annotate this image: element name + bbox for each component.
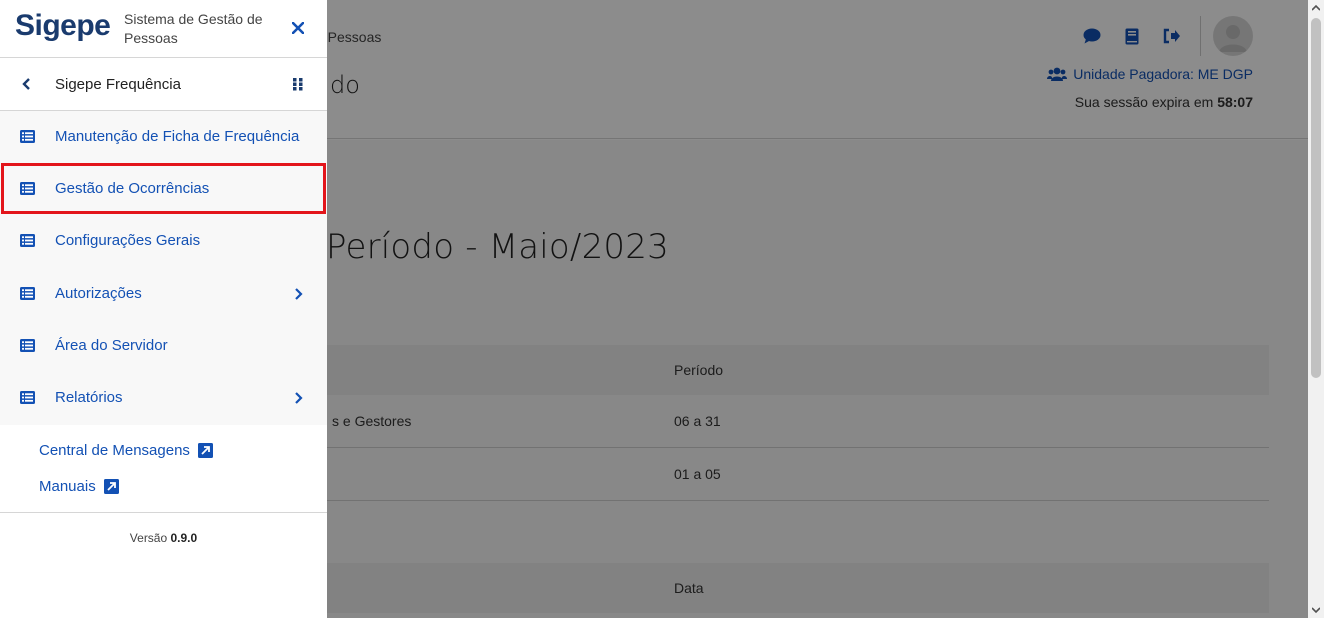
- link-label: Manuais: [39, 478, 96, 495]
- scroll-up-icon[interactable]: [1312, 4, 1320, 12]
- version-prefix: Versão: [129, 531, 168, 545]
- chevron-left-icon[interactable]: [20, 77, 34, 91]
- list-icon: [20, 234, 35, 247]
- menu-item-area-servidor[interactable]: Área do Servidor: [0, 320, 327, 372]
- sidebar-menu-list: Manutenção de Ficha de Frequência Gestão…: [0, 111, 327, 425]
- version-info: Versão 0.9.0: [0, 531, 327, 545]
- external-link-icon: [103, 479, 119, 494]
- chevron-right-icon[interactable]: [293, 288, 303, 300]
- close-icon[interactable]: [289, 19, 307, 37]
- system-label: Sigepe Frequência: [55, 76, 181, 93]
- list-icon: [20, 130, 35, 143]
- manuais-link[interactable]: Manuais: [39, 478, 119, 495]
- scroll-down-icon[interactable]: [1312, 606, 1320, 614]
- system-selector[interactable]: Sigepe Frequência: [0, 58, 327, 111]
- link-label: Central de Mensagens: [39, 442, 190, 459]
- list-icon: [20, 391, 35, 404]
- logo-subtitle: Sistema de Gestão de Pessoas: [124, 11, 263, 46]
- chevron-right-icon[interactable]: [293, 392, 303, 404]
- scroll-thumb[interactable]: [1311, 18, 1321, 378]
- sidebar-menu: Sigepe Sistema de Gestão de Pessoas Sige…: [0, 0, 327, 618]
- external-links: Central de Mensagens Manuais: [0, 425, 327, 513]
- menu-item-label: Manutenção de Ficha de Frequência: [55, 128, 300, 145]
- menu-item-ficha-frequencia[interactable]: Manutenção de Ficha de Frequência: [0, 111, 327, 163]
- menu-item-autorizacoes[interactable]: Autorizações: [0, 268, 327, 320]
- menu-item-label: Gestão de Ocorrências: [55, 180, 210, 197]
- menu-item-gestao-ocorrencias[interactable]: Gestão de Ocorrências: [0, 163, 327, 215]
- menu-item-configuracoes-gerais[interactable]: Configurações Gerais: [0, 215, 327, 267]
- list-icon: [20, 339, 35, 352]
- menu-item-label: Configurações Gerais: [55, 232, 201, 249]
- list-icon: [20, 182, 35, 195]
- central-mensagens-link[interactable]: Central de Mensagens: [39, 442, 213, 459]
- menu-item-label: Área do Servidor: [55, 337, 168, 354]
- page-scrollbar[interactable]: [1308, 0, 1324, 618]
- menu-item-label: Relatórios: [55, 389, 123, 406]
- menu-item-relatorios[interactable]: Relatórios: [0, 372, 327, 424]
- sigepe-logo[interactable]: Sigepe: [15, 9, 111, 43]
- list-icon: [20, 287, 35, 300]
- menu-item-label: Autorizações: [55, 285, 142, 302]
- version-number: 0.9.0: [170, 531, 198, 545]
- grid-icon[interactable]: [291, 77, 305, 91]
- external-link-icon: [197, 443, 213, 458]
- sidebar-header: Sigepe Sistema de Gestão de Pessoas: [0, 0, 327, 58]
